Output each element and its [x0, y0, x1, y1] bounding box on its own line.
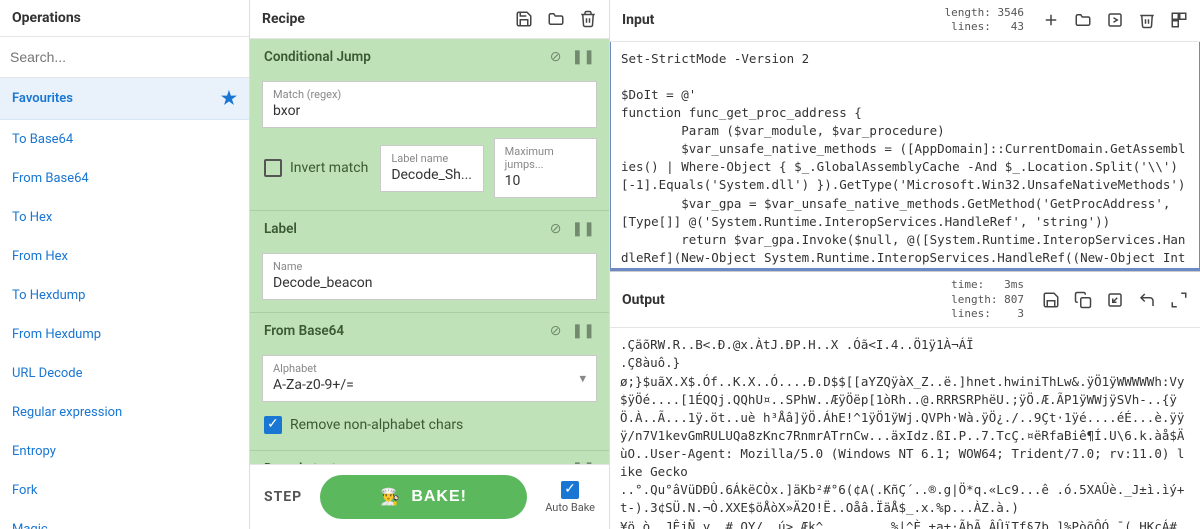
reset-layout-icon[interactable] — [1170, 11, 1188, 29]
bake-row: STEP 👨‍🍳 BAKE! Auto Bake — [250, 464, 609, 529]
recipe-header: Recipe — [250, 0, 609, 39]
label-name-field[interactable]: Label name Decode_Sh... — [380, 145, 483, 192]
recipe-panel: Recipe Conditional Jump ⊘ ❚❚ Match (rege… — [250, 0, 610, 529]
chef-icon: 👨‍🍳 — [380, 487, 401, 507]
input-header: Input length: 3546 lines: 43 — [610, 0, 1200, 42]
save-output-icon[interactable] — [1042, 291, 1060, 309]
recipe-title: Recipe — [262, 11, 305, 27]
label-name-field[interactable]: Name Decode_beacon — [262, 253, 597, 300]
op-item[interactable]: From Hex — [0, 237, 249, 276]
output-header: Output time: 3ms length: 807 lines: 3 — [610, 272, 1200, 328]
operations-panel: Operations Favourites ★ To Base64 From B… — [0, 0, 250, 529]
operations-search-row — [0, 37, 249, 78]
add-input-icon[interactable] — [1042, 11, 1060, 29]
disable-op-icon[interactable]: ⊘ — [550, 221, 562, 237]
op-item[interactable]: Fork — [0, 471, 249, 510]
open-folder-icon[interactable] — [1074, 11, 1092, 29]
op-card-from-base64: From Base64 ⊘ ❚❚ Alphabet A-Za-z0-9+/= R… — [250, 313, 609, 451]
operations-list: To Base64 From Base64 To Hex From Hex To… — [0, 120, 249, 529]
trash-icon[interactable] — [579, 10, 597, 28]
save-icon[interactable] — [515, 10, 533, 28]
favourites-row[interactable]: Favourites ★ — [0, 78, 249, 120]
input-stats: length: 3546 lines: 43 — [945, 6, 1024, 35]
replace-input-icon[interactable] — [1106, 291, 1124, 309]
op-card-conditional-jump: Conditional Jump ⊘ ❚❚ Match (regex) bxor… — [250, 39, 609, 211]
output-stats: time: 3ms length: 807 lines: 3 — [951, 278, 1024, 321]
folder-icon[interactable] — [547, 10, 565, 28]
pause-op-icon[interactable]: ❚❚ — [572, 221, 595, 237]
op-card-decode-text: Decode text ⊘ ❚❚ — [250, 451, 609, 464]
output-pane: Output time: 3ms length: 807 lines: 3 .Ç… — [610, 271, 1200, 529]
undo-icon[interactable] — [1138, 291, 1156, 309]
pause-op-icon[interactable]: ❚❚ — [572, 49, 595, 65]
op-item[interactable]: Magic — [0, 510, 249, 529]
op-item[interactable]: URL Decode — [0, 354, 249, 393]
op-item[interactable]: Entropy — [0, 432, 249, 471]
copy-output-icon[interactable] — [1074, 291, 1092, 309]
output-textarea[interactable]: .ÇäõRW.R..B<.Đ.@x.ÀtJ.ĐP.H..X .Óã<I.4..Ö… — [610, 328, 1200, 529]
disable-op-icon[interactable]: ⊘ — [550, 323, 562, 339]
op-item[interactable]: To Hex — [0, 198, 249, 237]
recipe-body: Conditional Jump ⊘ ❚❚ Match (regex) bxor… — [250, 39, 609, 464]
input-title: Input — [622, 12, 654, 28]
input-pane: Input length: 3546 lines: 43 Set-StrictM… — [610, 0, 1200, 271]
checkbox-checked-icon — [561, 481, 579, 499]
checkbox-icon — [264, 159, 282, 177]
maximize-icon[interactable] — [1170, 291, 1188, 309]
checkbox-checked-icon — [264, 416, 282, 434]
max-jumps-field[interactable]: Maximum jumps... 10 — [494, 138, 597, 198]
pause-op-icon[interactable]: ❚❚ — [572, 323, 595, 339]
disable-op-icon[interactable]: ⊘ — [550, 49, 562, 65]
open-file-icon[interactable] — [1106, 11, 1124, 29]
invert-match-checkbox[interactable]: Invert match — [262, 155, 370, 181]
step-button[interactable]: STEP — [264, 489, 302, 505]
op-card-label: Label ⊘ ❚❚ Name Decode_beacon — [250, 211, 609, 313]
op-card-title: From Base64 — [264, 323, 344, 339]
clear-input-icon[interactable] — [1138, 11, 1156, 29]
alphabet-select[interactable]: Alphabet A-Za-z0-9+/= — [262, 355, 597, 402]
auto-bake-toggle[interactable]: Auto Bake — [545, 481, 595, 514]
op-item[interactable]: From Hexdump — [0, 315, 249, 354]
match-regex-field[interactable]: Match (regex) bxor — [262, 81, 597, 128]
bake-button[interactable]: 👨‍🍳 BAKE! — [320, 475, 527, 519]
op-item[interactable]: To Base64 — [0, 120, 249, 159]
operations-title: Operations — [0, 0, 249, 37]
remove-nonalpha-checkbox[interactable]: Remove non-alphabet chars — [262, 412, 597, 438]
io-panel: Input length: 3546 lines: 43 Set-StrictM… — [610, 0, 1200, 529]
star-icon: ★ — [221, 88, 237, 109]
op-item[interactable]: From Base64 — [0, 159, 249, 198]
op-item[interactable]: To Hexdump — [0, 276, 249, 315]
op-card-title: Label — [264, 221, 297, 237]
op-item[interactable]: Regular expression — [0, 393, 249, 432]
search-input[interactable] — [10, 43, 239, 71]
favourites-label: Favourites — [12, 91, 73, 106]
op-card-title: Conditional Jump — [264, 49, 371, 65]
output-title: Output — [622, 292, 665, 308]
input-textarea[interactable]: Set-StrictMode -Version 2 $DoIt = @' fun… — [610, 42, 1200, 270]
